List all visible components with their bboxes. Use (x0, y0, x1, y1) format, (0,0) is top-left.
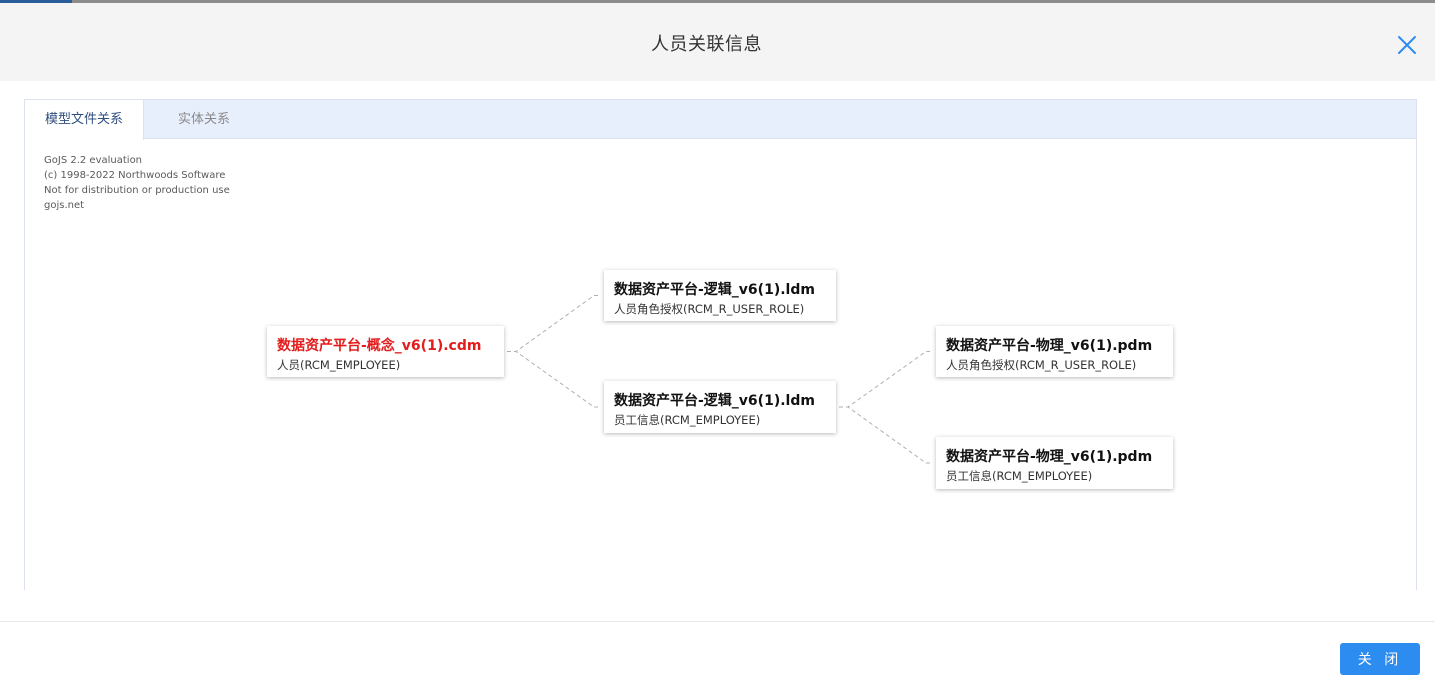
tab-model-file-relations[interactable]: 模型文件关系 (25, 100, 144, 140)
tab-entity-relations[interactable]: 实体关系 (144, 100, 264, 140)
close-icon[interactable] (1395, 33, 1419, 57)
diagram-link (507, 295, 598, 352)
content-panel: 模型文件关系 实体关系 GoJS 2.2 evaluation (c) 1998… (24, 99, 1417, 590)
close-button[interactable]: 关 闭 (1340, 643, 1420, 675)
diagram-node[interactable]: 数据资产平台-逻辑_v6(1).ldm 员工信息(RCM_EMPLOYEE) (604, 381, 836, 433)
node-title: 数据资产平台-物理_v6(1).pdm (946, 449, 1153, 465)
node-title: 数据资产平台-概念_v6(1).cdm (277, 338, 482, 354)
node-subtitle: 员工信息(RCM_EMPLOYEE) (946, 469, 1093, 483)
diagram-links (507, 295, 930, 464)
node-subtitle: 员工信息(RCM_EMPLOYEE) (614, 413, 761, 427)
node-title: 数据资产平台-物理_v6(1).pdm (946, 338, 1153, 354)
node-title: 数据资产平台-逻辑_v6(1).ldm (614, 393, 815, 409)
diagram-node[interactable]: 数据资产平台-逻辑_v6(1).ldm 人员角色授权(RCM_R_USER_RO… (604, 270, 836, 321)
diagram-node[interactable]: 数据资产平台-物理_v6(1).pdm 员工信息(RCM_EMPLOYEE) (936, 437, 1173, 489)
modal-footer: 关 闭 (0, 621, 1435, 689)
diagram-node[interactable]: 数据资产平台-物理_v6(1).pdm 人员角色授权(RCM_R_USER_RO… (936, 326, 1173, 377)
relation-diagram[interactable]: 数据资产平台-概念_v6(1).cdm 人员(RCM_EMPLOYEE) 数据资… (25, 140, 1416, 591)
node-subtitle: 人员角色授权(RCM_R_USER_ROLE) (614, 302, 805, 316)
diagram-link (839, 406, 930, 464)
node-title: 数据资产平台-逻辑_v6(1).ldm (614, 282, 815, 298)
diagram-link (507, 351, 598, 408)
diagram-link (839, 351, 930, 408)
node-subtitle: 人员(RCM_EMPLOYEE) (277, 358, 401, 372)
modal-header: 人员关联信息 (0, 3, 1435, 81)
node-subtitle: 人员角色授权(RCM_R_USER_ROLE) (946, 358, 1137, 372)
tab-bar: 模型文件关系 实体关系 (25, 100, 1416, 140)
dialog-title: 人员关联信息 (651, 34, 762, 55)
diagram-node-root[interactable]: 数据资产平台-概念_v6(1).cdm 人员(RCM_EMPLOYEE) (267, 326, 504, 377)
